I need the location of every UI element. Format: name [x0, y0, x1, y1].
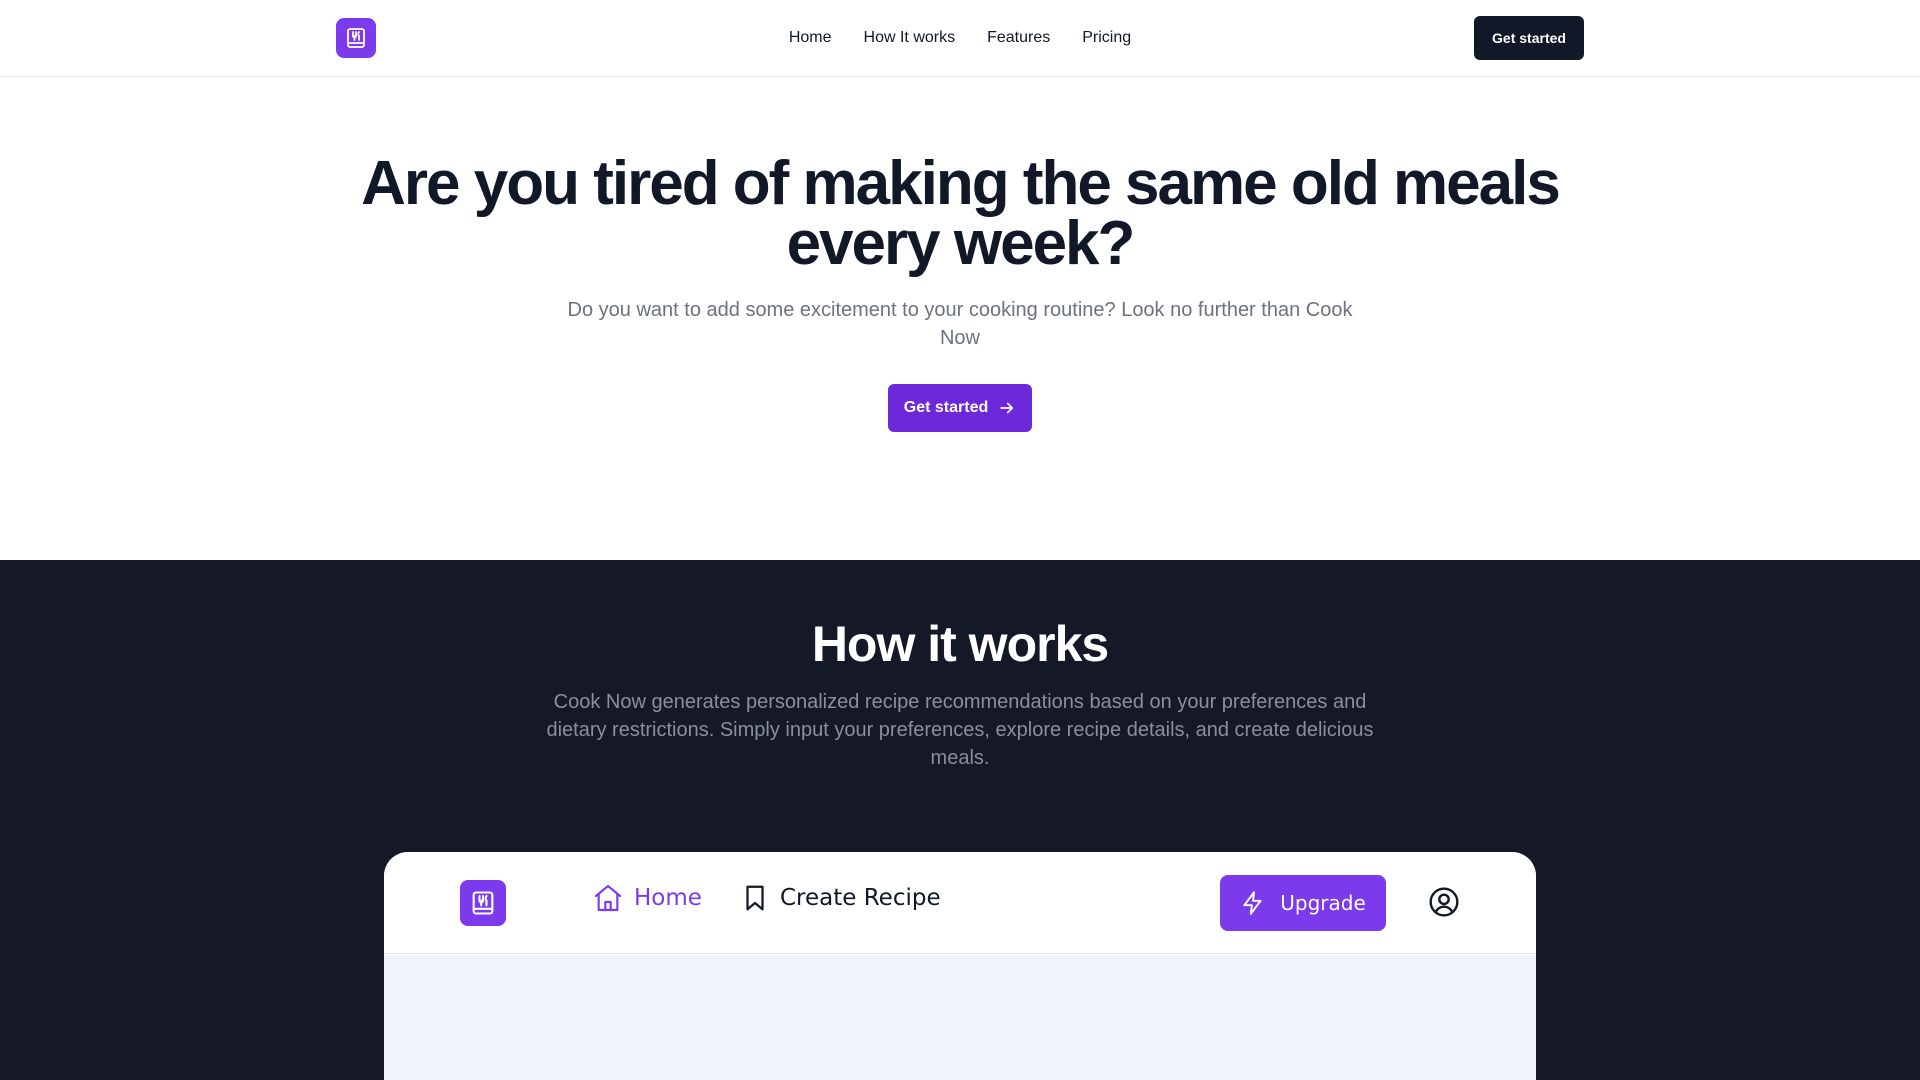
- nav-link-home[interactable]: Home: [789, 29, 832, 47]
- how-it-works-description: Cook Now generates personalized recipe r…: [546, 691, 1374, 769]
- app-preview-nav-home-label: Home: [634, 885, 702, 911]
- nav-link-features[interactable]: Features: [987, 29, 1050, 47]
- logo[interactable]: [336, 18, 376, 58]
- app-preview-nav-home[interactable]: Home: [592, 880, 702, 916]
- nav-get-started-button[interactable]: Get started: [1474, 16, 1584, 60]
- nav-link-pricing[interactable]: Pricing: [1082, 29, 1131, 47]
- cooking-book-icon: [472, 891, 494, 915]
- arrow-right-icon: [1000, 402, 1014, 414]
- how-it-works-title: How it works: [811, 616, 1109, 672]
- home-icon: [594, 884, 622, 912]
- hero-cta-label: Get started: [903, 399, 989, 416]
- app-preview-nav-create-label: Create Recipe: [780, 885, 941, 911]
- app-preview-logo[interactable]: [460, 880, 506, 926]
- app-preview-navbar: Home Create Recipe Upgrade: [384, 852, 1536, 954]
- app-preview-content: [384, 955, 1536, 1080]
- hero-get-started-button[interactable]: Get started: [888, 384, 1032, 432]
- nav-link-how-it-works[interactable]: How It works: [864, 29, 956, 47]
- top-navbar: Home How It works Features Pricing Get s…: [0, 0, 1920, 77]
- cooking-book-icon: [347, 28, 365, 48]
- primary-nav: Home How It works Features Pricing: [0, 0, 1920, 76]
- bookmark-icon: [746, 885, 764, 911]
- app-preview-nav-create-recipe[interactable]: Create Recipe: [740, 880, 941, 916]
- app-preview-upgrade-label: Upgrade: [1280, 891, 1366, 915]
- user-circle-icon: [1429, 887, 1459, 917]
- app-preview: Home Create Recipe Upgrade: [384, 852, 1536, 1080]
- lightning-icon: [1243, 891, 1262, 915]
- hero-title: Are you tired of making the same old mea…: [361, 149, 1561, 278]
- app-preview-user-menu[interactable]: [1428, 886, 1460, 918]
- hero-subtitle: Do you want to add some excitement to yo…: [567, 299, 1353, 349]
- app-preview-upgrade-button[interactable]: Upgrade: [1220, 875, 1386, 931]
